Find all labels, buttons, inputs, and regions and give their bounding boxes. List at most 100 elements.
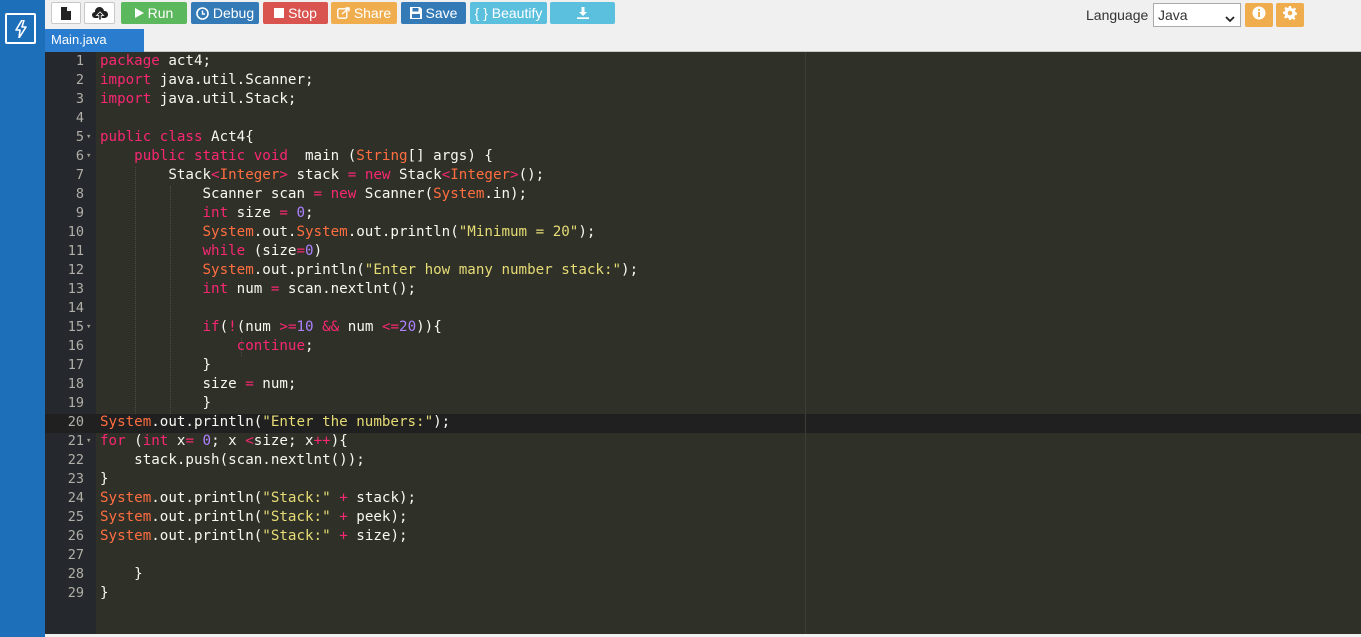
run-button[interactable]: Run: [121, 2, 187, 24]
code-line[interactable]: 22 stack.push(scan.nextlnt());: [45, 451, 1361, 470]
code-token: }: [100, 585, 109, 601]
info-button[interactable]: [1245, 3, 1273, 27]
code-line[interactable]: 19 }: [45, 394, 1361, 413]
code-line[interactable]: 9 int size = 0;: [45, 204, 1361, 223]
tab-main-java[interactable]: Main.java: [45, 29, 144, 52]
line-number: 15: [67, 319, 84, 335]
line-number: 8: [75, 186, 84, 202]
code-token: stack: [287, 167, 348, 183]
lightning-bolt-icon[interactable]: [5, 13, 36, 44]
code-line[interactable]: 17 }: [45, 356, 1361, 375]
code-line[interactable]: 23}: [45, 470, 1361, 489]
code-token: main (: [287, 148, 357, 164]
code-line[interactable]: 5 ▾ public class Act4{: [45, 128, 1361, 147]
code-token: stack);: [347, 490, 417, 506]
code-token: System: [100, 490, 152, 506]
upload-button[interactable]: [84, 2, 115, 24]
code-token: +: [339, 509, 348, 525]
language-select[interactable]: Java: [1153, 3, 1241, 27]
stop-button[interactable]: Stop: [263, 2, 328, 24]
line-number: 5: [75, 129, 84, 145]
code-token: "Stack:": [262, 528, 331, 544]
code-token: int: [202, 205, 229, 221]
code-line[interactable]: 18 size = num;: [45, 375, 1361, 394]
code-text: for (int x= 0; x <size; x++){: [100, 432, 348, 451]
new-file-button[interactable]: [51, 2, 81, 24]
code-line[interactable]: 1 package act4;: [45, 52, 1361, 71]
code-line[interactable]: 13 int num = scan.nextlnt();: [45, 280, 1361, 299]
code-token: "Enter the numbers:": [262, 414, 434, 430]
language-value: Java: [1158, 7, 1188, 23]
code-line[interactable]: 28 }: [45, 565, 1361, 584]
code-line[interactable]: 12 System.out.println("Enter how many nu…: [45, 261, 1361, 280]
settings-button[interactable]: [1276, 3, 1304, 27]
code-line[interactable]: 20 System.out.println("Enter the numbers:…: [45, 413, 1361, 432]
code-line[interactable]: 24 System.out.println("Stack:" + stack);: [45, 489, 1361, 508]
code-line[interactable]: 26 System.out.println("Stack:" + size);: [45, 527, 1361, 546]
code-token: =: [313, 186, 323, 202]
code-token: Integer: [219, 167, 280, 183]
debug-button[interactable]: Debug: [191, 2, 259, 24]
code-token: );: [433, 414, 451, 430]
beautify-button[interactable]: { } Beautify: [470, 2, 547, 24]
code-token: >: [510, 167, 519, 183]
code-text: }: [100, 565, 143, 584]
code-line[interactable]: 3 import java.util.Stack;: [45, 90, 1361, 109]
code-line[interactable]: 6 ▾ public static void main (String[] arg…: [45, 147, 1361, 166]
code-token: Stack: [100, 167, 212, 183]
code-text: import java.util.Scanner;: [100, 71, 314, 90]
fold-toggle-icon[interactable]: ▾: [86, 318, 91, 337]
code-line[interactable]: 15 ▾ if(!(num >=10 && num <=20)){: [45, 318, 1361, 337]
download-button[interactable]: [550, 2, 615, 24]
code-token: =: [185, 433, 194, 449]
code-editor[interactable]: 1 package act4; 2 import java.util.Scanner;…: [45, 52, 1361, 634]
line-number: 11: [67, 243, 84, 259]
code-line[interactable]: 8 Scanner scan = new Scanner(System.in);: [45, 185, 1361, 204]
code-token: new: [364, 167, 391, 183]
code-line[interactable]: 25 System.out.println("Stack:" + peek);: [45, 508, 1361, 527]
fold-toggle-icon[interactable]: ▾: [86, 147, 91, 166]
share-button[interactable]: Share: [331, 2, 397, 24]
code-token: if: [202, 319, 220, 335]
code-token: Stack: [390, 167, 442, 183]
code-line[interactable]: 11 while (size=0): [45, 242, 1361, 261]
code-token: [] args) {: [407, 148, 493, 164]
code-token: size; x: [253, 433, 314, 449]
code-token: ){: [330, 433, 348, 449]
code-line[interactable]: 4: [45, 109, 1361, 128]
line-number: 24: [67, 490, 84, 506]
code-line[interactable]: 16 continue;: [45, 337, 1361, 356]
code-text: }: [100, 584, 109, 603]
code-line[interactable]: 27: [45, 546, 1361, 565]
code-line[interactable]: 29}: [45, 584, 1361, 603]
code-token: size: [228, 205, 280, 221]
code-token: .out.println(: [151, 414, 263, 430]
fold-toggle-icon[interactable]: ▾: [86, 128, 91, 147]
line-number: 18: [67, 376, 84, 392]
save-button[interactable]: Save: [401, 2, 466, 24]
code-line[interactable]: 21 ▾ for (int x= 0; x <size; x++){: [45, 432, 1361, 451]
code-token: +: [339, 490, 348, 506]
code-token: 0: [296, 205, 306, 221]
line-number: 3: [75, 91, 84, 107]
code-line[interactable]: 2 import java.util.Scanner;: [45, 71, 1361, 90]
code-token: .in);: [484, 186, 528, 202]
code-token: continue: [236, 338, 306, 354]
code-text: stack.push(scan.nextlnt());: [100, 451, 365, 470]
code-token: System: [202, 224, 254, 240]
code-line[interactable]: 7 Stack<Integer> stack = new Stack<Integ…: [45, 166, 1361, 185]
code-line[interactable]: 10 System.out.System.out.println("Minimu…: [45, 223, 1361, 242]
code-text: int num = scan.nextlnt();: [100, 280, 417, 299]
fold-toggle-icon[interactable]: ▾: [86, 432, 91, 451]
code-token: =: [245, 376, 254, 392]
code-token: .out.println(: [253, 262, 365, 278]
line-number: 13: [67, 281, 84, 297]
code-line[interactable]: 14: [45, 299, 1361, 318]
